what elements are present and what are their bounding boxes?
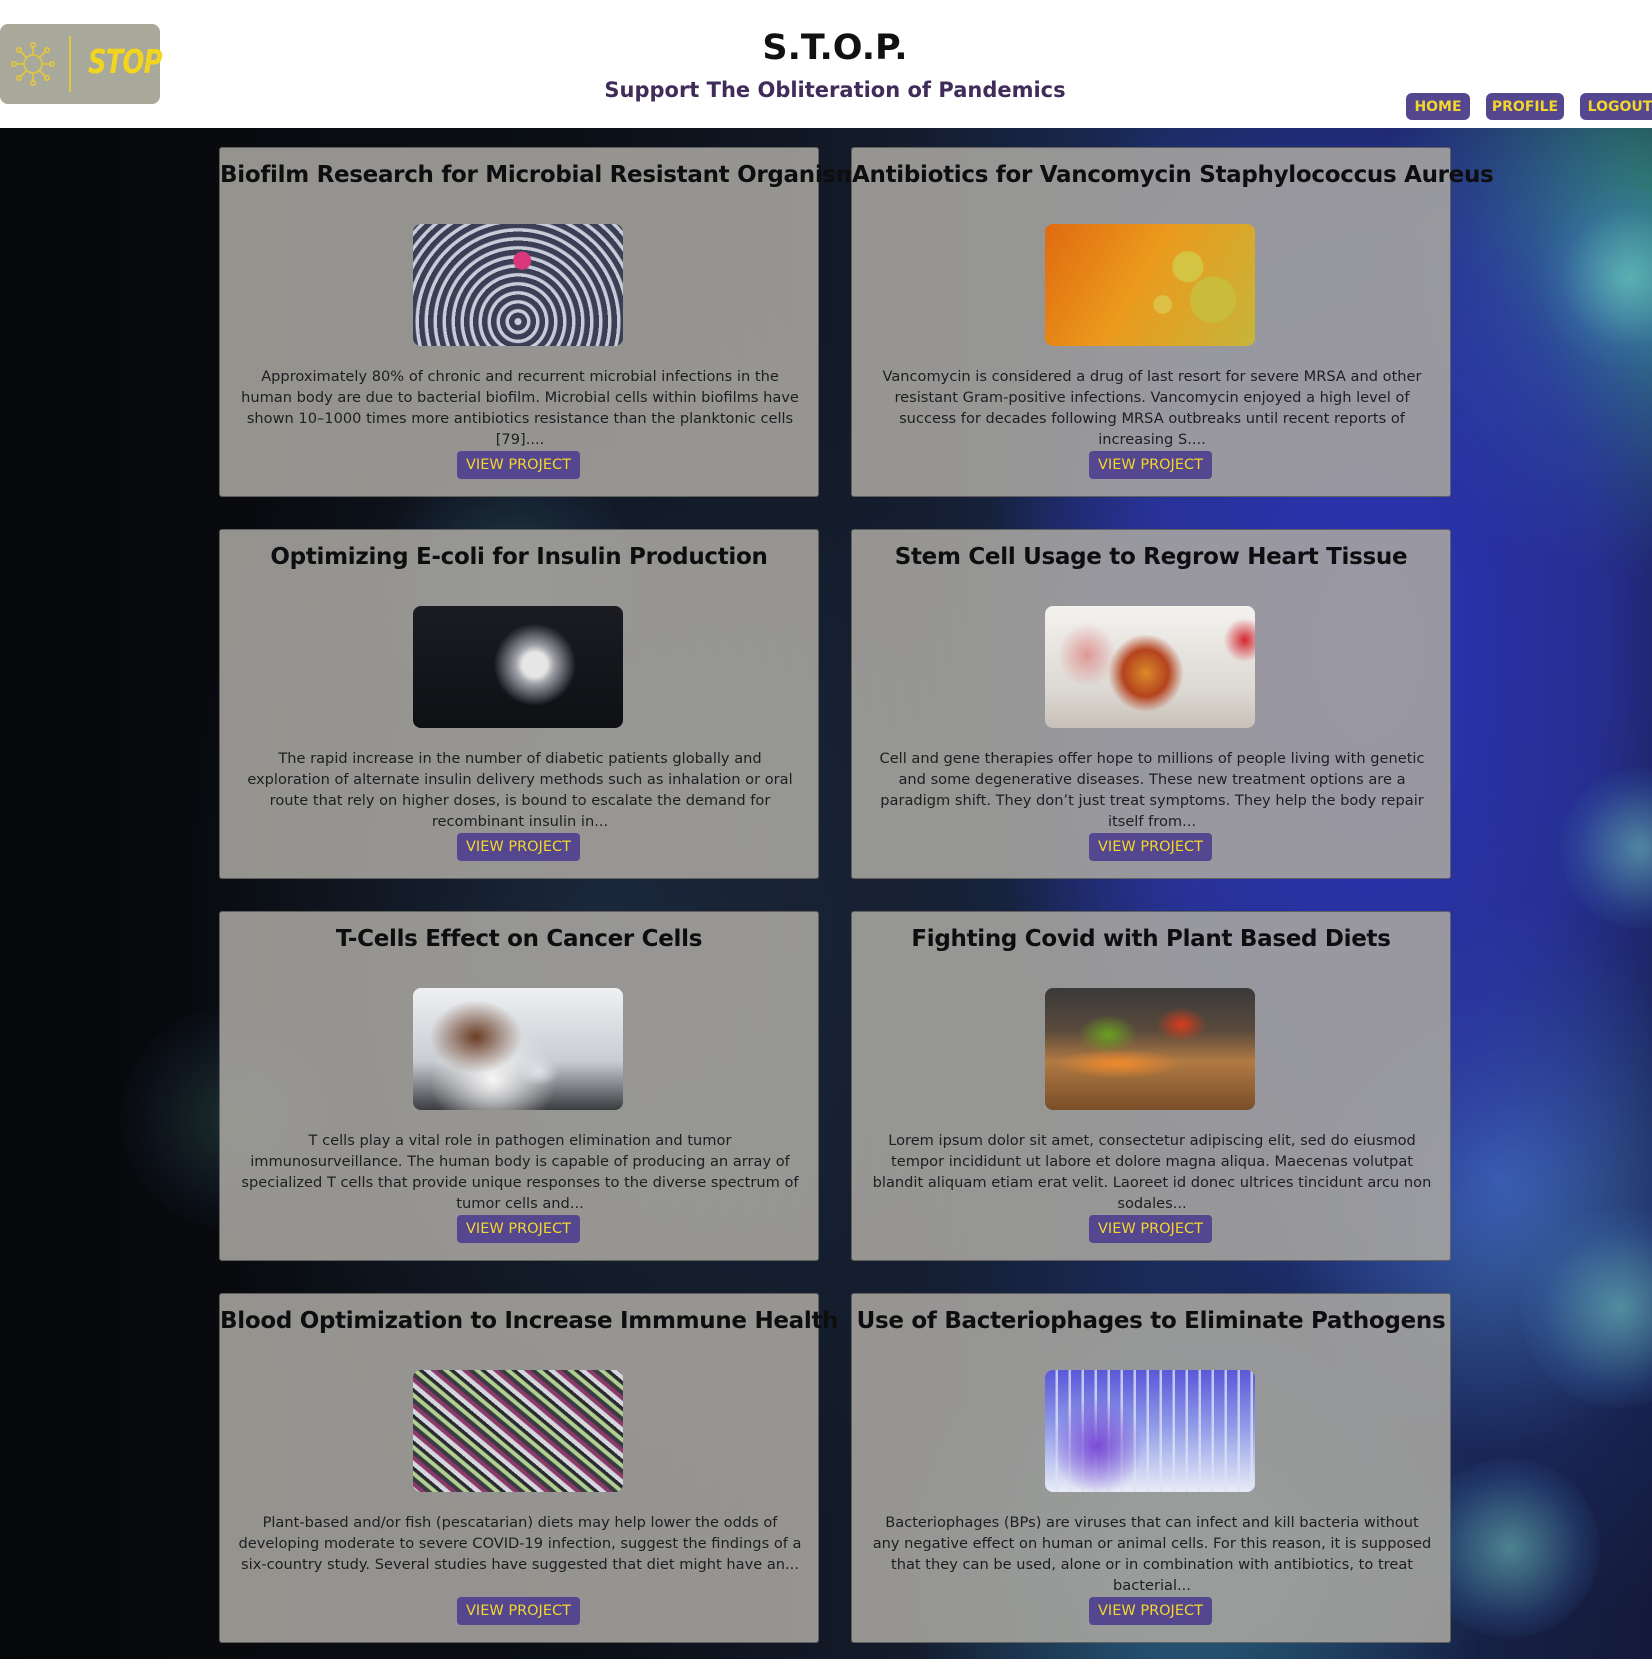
project-description: Lorem ipsum dolor sit amet, consectetur … xyxy=(872,1132,1432,1212)
project-description: Bacteriophages (BPs) are viruses that ca… xyxy=(872,1514,1432,1594)
project-card: Optimizing E-coli for Insulin Production… xyxy=(219,529,819,879)
project-description: Vancomycin is considered a drug of last … xyxy=(882,368,1422,448)
project-card: Fighting Covid with Plant Based Diets Lo… xyxy=(851,911,1451,1261)
blood-tubes-image xyxy=(413,1370,623,1492)
project-title: Antibiotics for Vancomycin Staphylococcu… xyxy=(852,162,1494,188)
project-title: Stem Cell Usage to Regrow Heart Tissue xyxy=(894,544,1408,570)
project-title: Optimizing E-coli for Insulin Production xyxy=(270,544,768,570)
site-subtitle: Support The Obliteration of Pandemics xyxy=(604,78,1066,102)
virus-spike-decoration xyxy=(1560,768,1652,928)
virus-spike-decoration xyxy=(1540,188,1652,368)
project-card: Use of Bacteriophages to Eliminate Patho… xyxy=(851,1293,1451,1643)
virus-spike-decoration xyxy=(1520,1208,1652,1408)
project-title: Fighting Covid with Plant Based Diets xyxy=(911,926,1391,952)
project-card: Stem Cell Usage to Regrow Heart Tissue C… xyxy=(851,529,1451,879)
oil-bubbles-image xyxy=(1045,224,1255,346)
view-project-button[interactable]: VIEW PROJECT xyxy=(457,451,580,479)
project-title: Biofilm Research for Microbial Resistant… xyxy=(220,162,873,188)
view-project-button[interactable]: VIEW PROJECT xyxy=(457,1597,580,1625)
project-card: Antibiotics for Vancomycin Staphylococcu… xyxy=(851,147,1494,497)
view-project-button[interactable]: VIEW PROJECT xyxy=(457,833,580,861)
project-title: Use of Bacteriophages to Eliminate Patho… xyxy=(856,1308,1446,1334)
project-description: The rapid increase in the number of diab… xyxy=(247,750,793,830)
project-description: T cells play a vital role in pathogen el… xyxy=(241,1132,799,1212)
view-project-button[interactable]: VIEW PROJECT xyxy=(1089,833,1212,861)
nav-logout-button[interactable]: LOGOUT xyxy=(1580,93,1652,120)
project-title: T-Cells Effect on Cancer Cells xyxy=(335,926,703,952)
project-description: Approximately 80% of chronic and recurre… xyxy=(241,368,799,448)
site-title: S.T.O.P. xyxy=(762,28,908,68)
vegetables-board-image xyxy=(1045,988,1255,1110)
view-project-button[interactable]: VIEW PROJECT xyxy=(1089,451,1212,479)
nav-profile-button[interactable]: PROFILE xyxy=(1486,93,1564,120)
project-title: Blood Optimization to Increase Immmune H… xyxy=(220,1308,839,1334)
microplate-pipette-image xyxy=(413,224,623,346)
lab-scientist-image xyxy=(413,988,623,1110)
project-card: T-Cells Effect on Cancer Cells T cells p… xyxy=(219,911,819,1261)
bacteriophage-lab-image xyxy=(1045,1370,1255,1492)
site-header: STOP S.T.O.P. Support The Obliteration o… xyxy=(0,0,1652,128)
heart-model-image xyxy=(1045,606,1255,728)
view-project-button[interactable]: VIEW PROJECT xyxy=(1089,1215,1212,1243)
view-project-button[interactable]: VIEW PROJECT xyxy=(457,1215,580,1243)
project-description: Cell and gene therapies offer hope to mi… xyxy=(879,750,1425,830)
insulin-crystal-image xyxy=(413,606,623,728)
project-description: Plant-based and/or fish (pescatarian) di… xyxy=(238,1514,802,1573)
project-card: Biofilm Research for Microbial Resistant… xyxy=(219,147,873,497)
view-project-button[interactable]: VIEW PROJECT xyxy=(1089,1597,1212,1625)
project-card: Blood Optimization to Increase Immmune H… xyxy=(219,1293,839,1643)
nav-home-button[interactable]: HOME xyxy=(1406,93,1470,120)
